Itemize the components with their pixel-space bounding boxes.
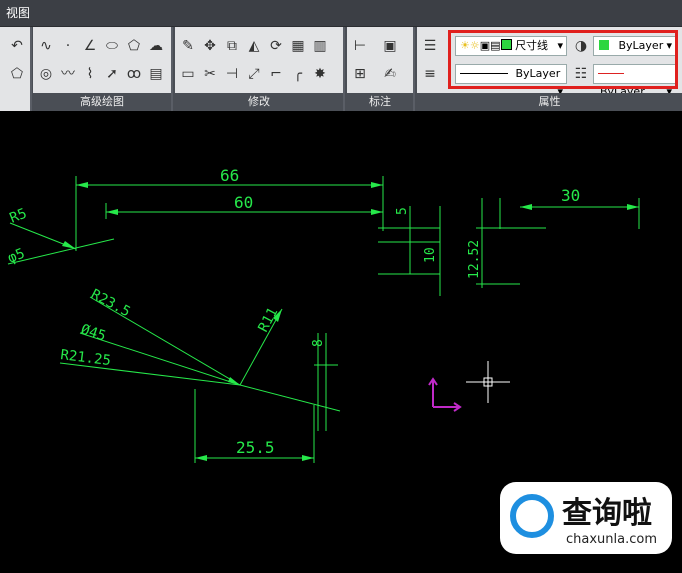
dim-text-phi45: Ø45	[79, 322, 108, 345]
donut-icon[interactable]: ◎	[37, 65, 55, 83]
arrow	[195, 455, 207, 461]
panel-title-draw-advanced: 高级绘图	[33, 93, 171, 111]
dim-text-30: 30	[561, 186, 580, 205]
move-icon[interactable]: ✥	[201, 37, 219, 55]
dim-text-8: 8	[311, 339, 326, 347]
panel-clipped: ↶ ⬠	[0, 27, 32, 111]
panel-modify: ✎ ✥ ⧉ ◭ ⟳ ▦ ▥ ▭ ✂ ⊣ ⤢ ⌐ ╭ ✸ 修改	[175, 27, 345, 111]
watermark-badge: 查询啦 chaxunla.com	[500, 482, 672, 554]
view-menu-label[interactable]: 视图	[0, 6, 30, 20]
rectangle-icon[interactable]: ▭	[179, 65, 197, 83]
panel-title-annotate: 标注	[347, 93, 413, 111]
region-icon[interactable]: ⬠	[8, 65, 26, 83]
fillet-icon[interactable]: ╭	[289, 65, 307, 83]
highlight-box	[448, 30, 678, 89]
undo-icon[interactable]: ↶	[8, 37, 26, 55]
ribbon: ↶ ⬠ ∿ · ∠ ⬭ ⬠ ☁ ◎ 〰 ⌇ ➚ ꝏ ▤ 高级绘图 ✎ ✥ ⧉ ◭…	[0, 26, 682, 112]
text-style-icon[interactable]: ▣	[381, 37, 399, 55]
panel-title-properties: 属性	[417, 93, 682, 111]
explode-icon[interactable]: ✸	[311, 65, 329, 83]
arrow	[62, 241, 76, 249]
offset-icon[interactable]: ▥	[311, 37, 329, 55]
search-icon	[510, 494, 554, 538]
watermark-brand: 查询啦	[562, 496, 652, 531]
watermark-url: chaxunla.com	[566, 532, 657, 547]
arrow	[76, 182, 88, 188]
panel-title-modify: 修改	[175, 93, 343, 111]
table-icon[interactable]: ⊞	[351, 65, 369, 83]
ray-icon[interactable]: ➚	[103, 65, 121, 83]
title-bar: 视图	[0, 0, 682, 26]
crosshair-cursor	[466, 361, 510, 403]
helix-icon[interactable]: ꝏ	[125, 65, 143, 83]
panel-annotate: ⊢ ▣ ⊞ ✍ 标注	[347, 27, 415, 111]
ucs-icon	[428, 377, 462, 412]
wave-icon[interactable]: 〰	[59, 65, 77, 83]
dim-text-66: 66	[220, 166, 239, 185]
erase-icon[interactable]: ✎	[179, 37, 197, 55]
arrow	[371, 209, 383, 215]
layer-manager-icon[interactable]: ☰	[421, 37, 439, 55]
arrow	[371, 182, 383, 188]
revcloud-icon[interactable]: ☁	[147, 37, 165, 55]
mirror-icon[interactable]: ◭	[245, 37, 263, 55]
copy-icon[interactable]: ⧉	[223, 37, 241, 55]
arrow	[520, 204, 532, 210]
spline-icon[interactable]: ∿	[37, 37, 55, 55]
dim-text-1252: 12.52	[467, 240, 482, 279]
rotate-icon[interactable]: ⟳	[267, 37, 285, 55]
extend-icon[interactable]: ⊣	[223, 65, 241, 83]
ellipse-icon[interactable]: ⬭	[103, 37, 121, 55]
point-icon[interactable]: ·	[59, 37, 77, 55]
dim-text-10: 10	[423, 247, 438, 263]
leader-extension	[239, 384, 341, 412]
array-icon[interactable]: ▦	[289, 37, 307, 55]
lineweight-icon[interactable]: ≡	[421, 65, 439, 83]
dim-text-r235: R23.5	[88, 286, 133, 320]
leader-icon[interactable]: ✍	[381, 65, 399, 83]
stretch-icon[interactable]: ⤢	[245, 65, 263, 83]
dim-text-r2125: R21.25	[60, 347, 112, 369]
panel-draw-advanced: ∿ · ∠ ⬭ ⬠ ☁ ◎ 〰 ⌇ ➚ ꝏ ▤ 高级绘图	[33, 27, 173, 111]
arrow	[302, 455, 314, 461]
dim-text-5: 5	[395, 207, 410, 215]
wipeout-icon[interactable]: ▤	[147, 65, 165, 83]
angle-icon[interactable]: ∠	[81, 37, 99, 55]
polygon-icon[interactable]: ⬠	[125, 37, 143, 55]
trim-icon[interactable]: ✂	[201, 65, 219, 83]
linear-dim-icon[interactable]: ⊢	[351, 37, 369, 55]
arrow	[627, 204, 639, 210]
arrow	[106, 209, 118, 215]
dim-text-60: 60	[234, 193, 253, 212]
chamfer-icon[interactable]: ⌐	[267, 65, 285, 83]
breakline-icon[interactable]: ⌇	[81, 65, 99, 83]
dim-text-255: 25.5	[236, 438, 275, 457]
